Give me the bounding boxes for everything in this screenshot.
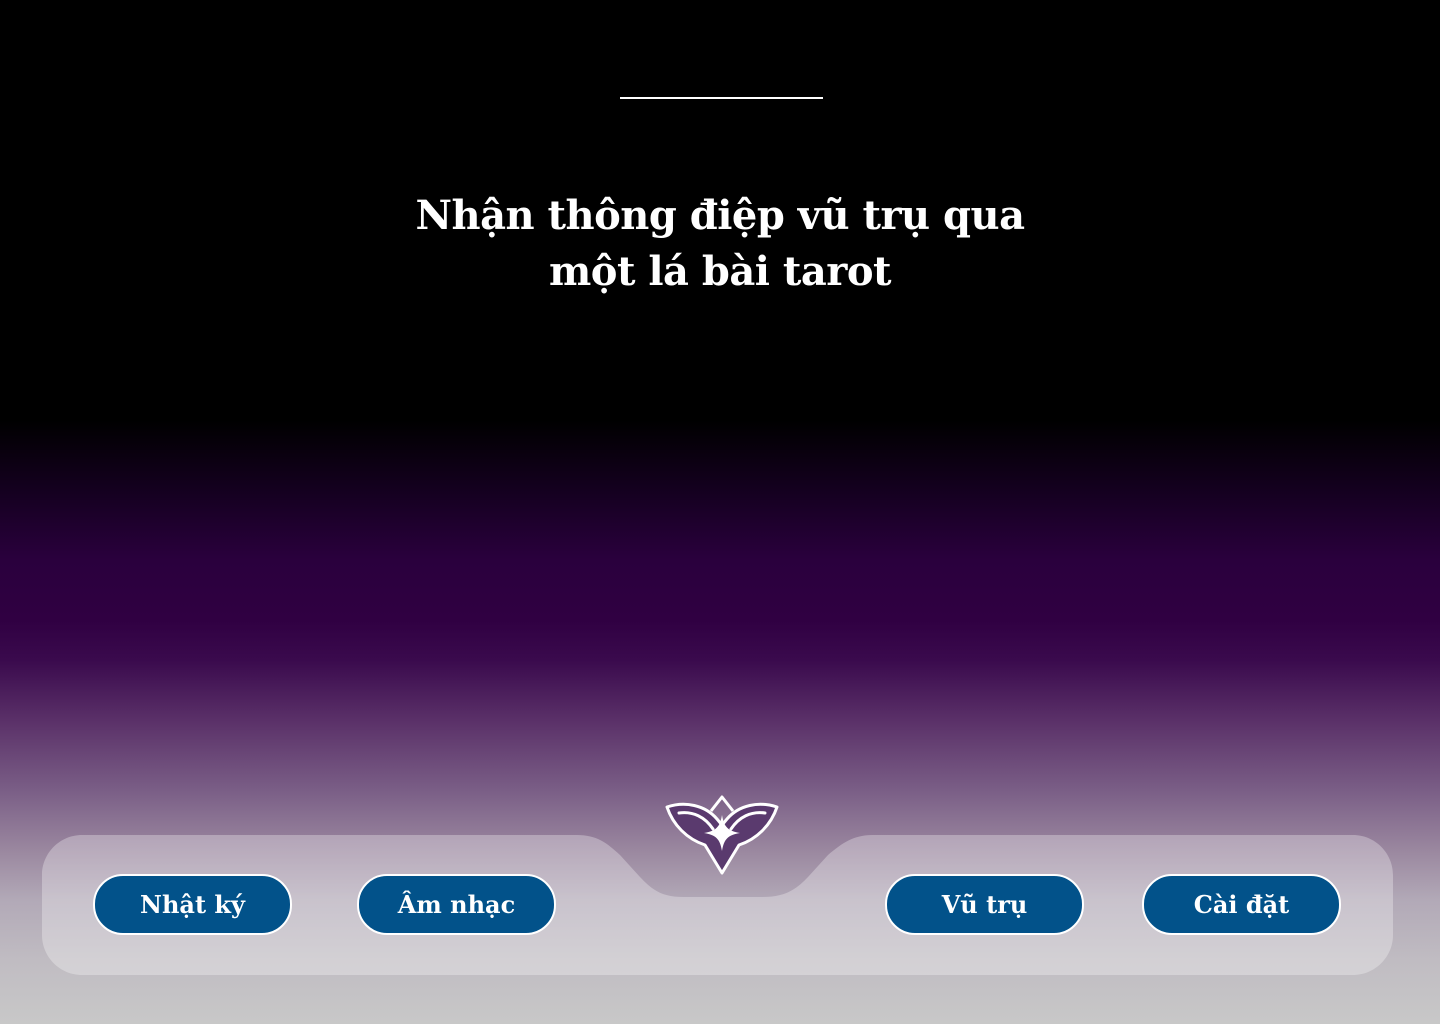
music-button[interactable]: Âm nhạc [357, 874, 556, 935]
page-title: Nhận thông điệp vũ trụ qua một lá bài ta… [370, 188, 1070, 300]
journal-button[interactable]: Nhật ký [93, 874, 292, 935]
lotus-star-icon[interactable] [665, 795, 779, 875]
top-divider [620, 97, 823, 99]
universe-button[interactable]: Vũ trụ [885, 874, 1084, 935]
headline-line-2: một lá bài tarot [548, 248, 892, 295]
headline-line-1: Nhận thông điệp vũ trụ qua [415, 192, 1025, 239]
settings-button[interactable]: Cài đặt [1142, 874, 1341, 935]
